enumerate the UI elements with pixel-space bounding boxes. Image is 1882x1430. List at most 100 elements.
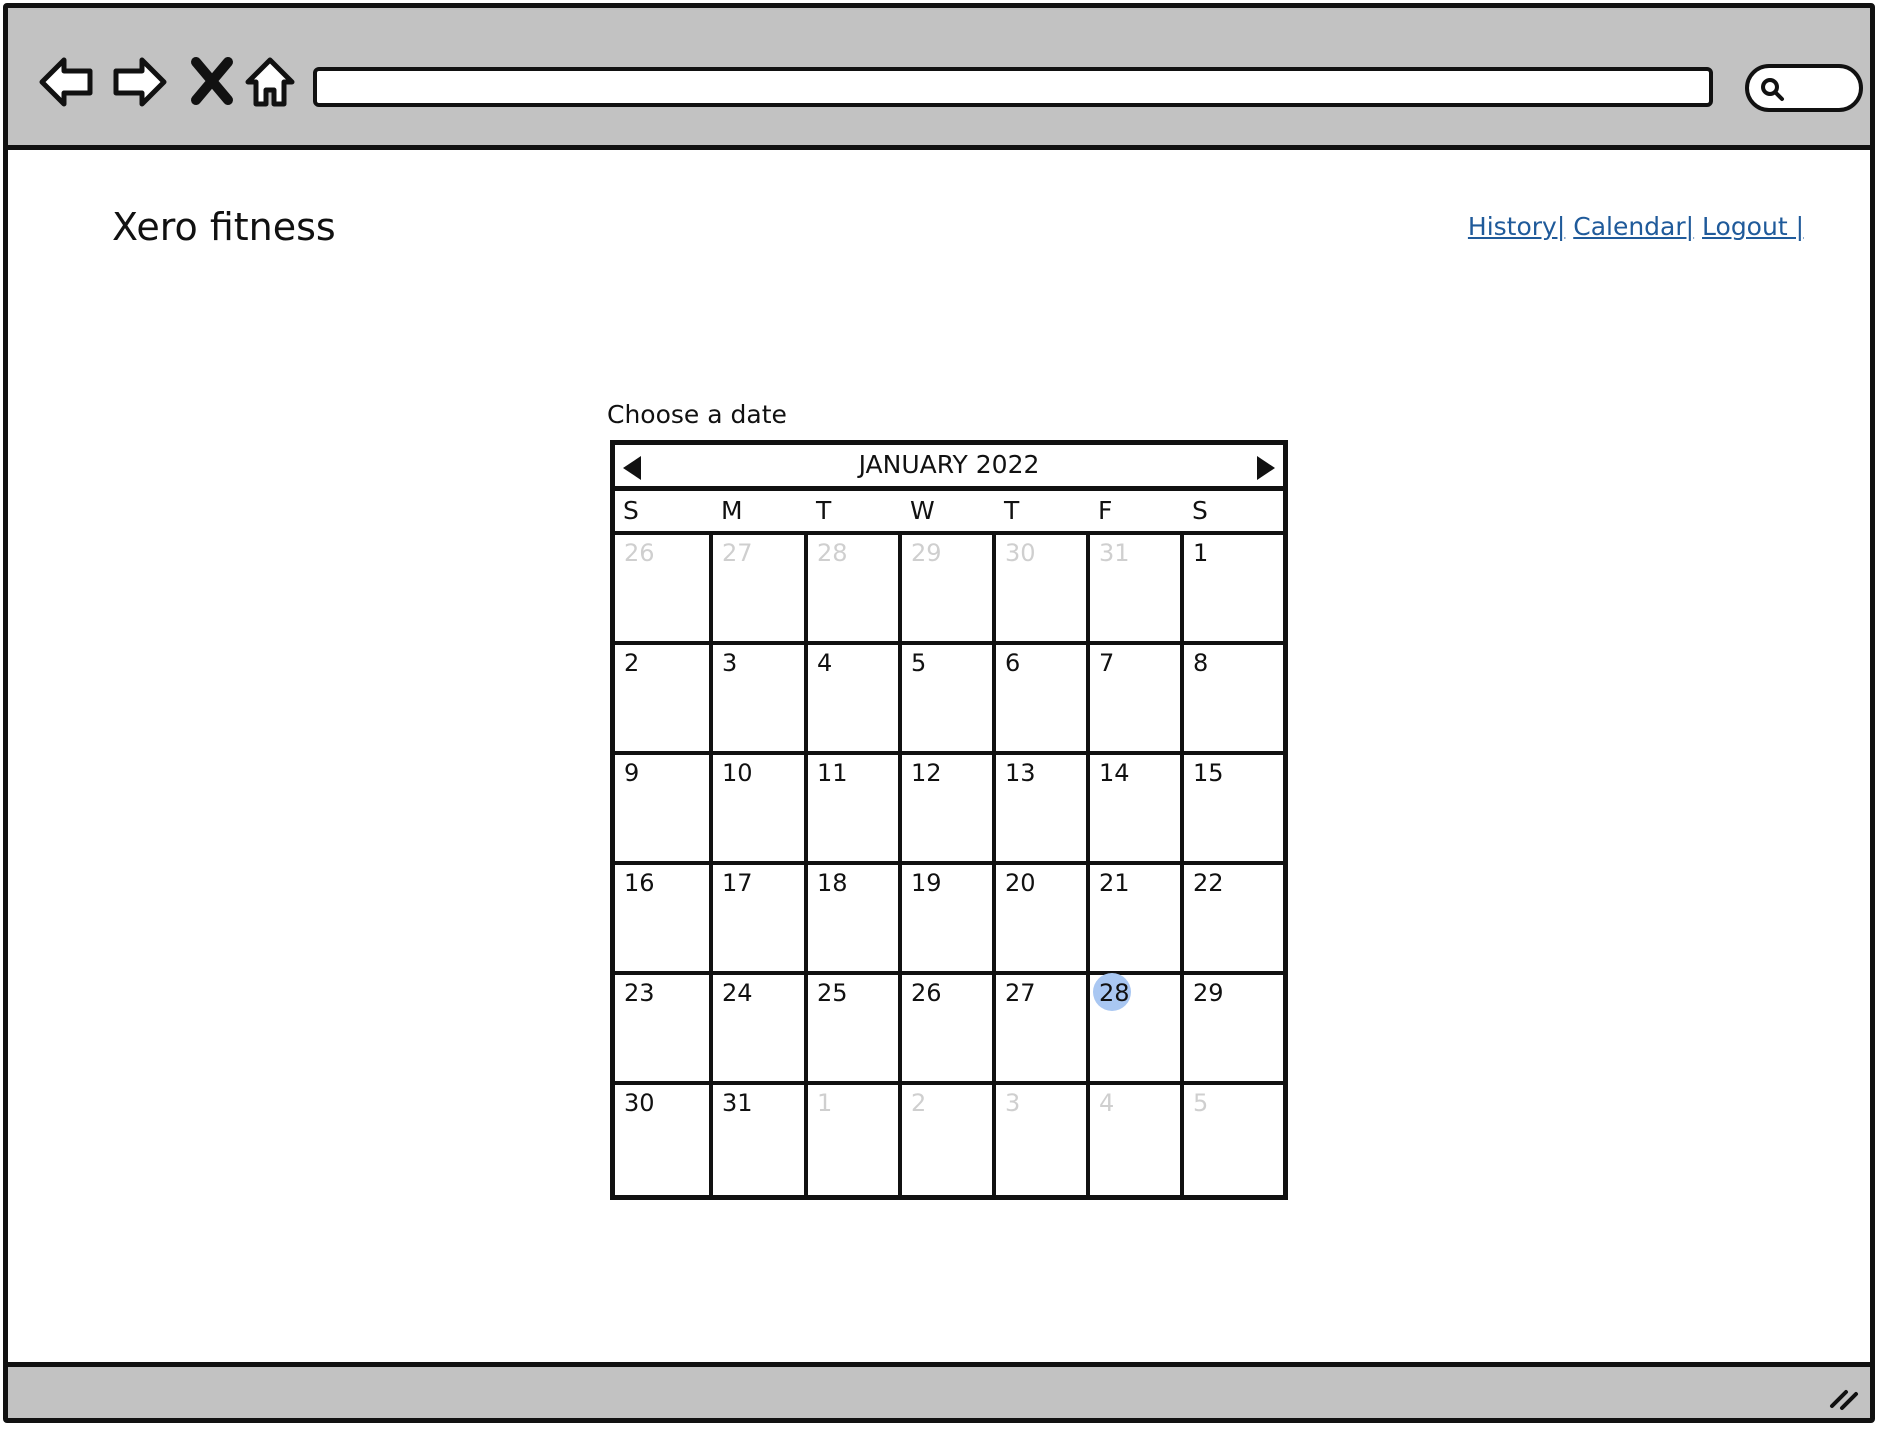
- calendar-day[interactable]: 27: [996, 975, 1090, 1085]
- weekday-header-row: SMTWTFS: [615, 491, 1283, 535]
- day-number: 16: [624, 869, 655, 897]
- day-number: 5: [911, 649, 927, 677]
- weekday-label: S: [1192, 496, 1208, 525]
- day-number: 29: [911, 539, 942, 567]
- calendar-day[interactable]: 6: [996, 645, 1090, 755]
- calendar-day[interactable]: 9: [615, 755, 713, 865]
- day-number: 19: [911, 869, 942, 897]
- day-number: 10: [722, 759, 753, 787]
- calendar-day[interactable]: 15: [1184, 755, 1283, 865]
- calendar-day[interactable]: 29: [902, 535, 996, 645]
- calendar-day[interactable]: 1: [808, 1085, 902, 1195]
- day-number: 9: [624, 759, 640, 787]
- calendar-day[interactable]: 30: [996, 535, 1090, 645]
- day-number: 28: [817, 539, 848, 567]
- day-number: 14: [1099, 759, 1130, 787]
- day-number: 12: [911, 759, 942, 787]
- calendar-day[interactable]: 17: [713, 865, 808, 975]
- calendar-day[interactable]: 26: [615, 535, 713, 645]
- calendar-day[interactable]: 4: [1090, 1085, 1184, 1195]
- nav-link-history[interactable]: History|: [1468, 212, 1565, 241]
- calendar-day[interactable]: 11: [808, 755, 902, 865]
- calendar-day[interactable]: 22: [1184, 865, 1283, 975]
- day-number: 28: [1093, 973, 1131, 1011]
- nav-link-calendar[interactable]: Calendar|: [1573, 212, 1694, 241]
- calendar-day[interactable]: 12: [902, 755, 996, 865]
- calendar-day[interactable]: 3: [996, 1085, 1090, 1195]
- calendar-day[interactable]: 30: [615, 1085, 713, 1195]
- day-number: 25: [817, 979, 848, 1007]
- close-x-icon[interactable]: [184, 52, 244, 112]
- next-month-icon[interactable]: [1257, 456, 1275, 480]
- calendar-day[interactable]: 7: [1090, 645, 1184, 755]
- calendar-day[interactable]: 18: [808, 865, 902, 975]
- day-number: 15: [1193, 759, 1224, 787]
- day-number: 23: [624, 979, 655, 1007]
- search-icon: [1761, 78, 1784, 101]
- browser-status-bar: [8, 1362, 1870, 1418]
- calendar-day[interactable]: 1: [1184, 535, 1283, 645]
- calendar-day[interactable]: 5: [1184, 1085, 1283, 1195]
- day-number: 7: [1099, 649, 1115, 677]
- day-number: 5: [1193, 1089, 1209, 1117]
- calendar-datepicker: JANUARY 2022 SMTWTFS 26 27 28 29 30 31 1 2 3 4 5 6 7…: [610, 440, 1288, 1200]
- day-number: 4: [1099, 1089, 1115, 1117]
- day-number: 13: [1005, 759, 1036, 787]
- calendar-day[interactable]: 3: [713, 645, 808, 755]
- day-number: 30: [624, 1089, 655, 1117]
- day-number: 26: [911, 979, 942, 1007]
- calendar-day[interactable]: 2: [902, 1085, 996, 1195]
- calendar-day[interactable]: 25: [808, 975, 902, 1085]
- calendar-day[interactable]: 23: [615, 975, 713, 1085]
- calendar-day-selected[interactable]: 28: [1090, 973, 1184, 1085]
- day-number: 11: [817, 759, 848, 787]
- calendar-day[interactable]: 31: [1090, 535, 1184, 645]
- calendar-day[interactable]: 29: [1184, 975, 1283, 1085]
- calendar-day[interactable]: 21: [1090, 865, 1184, 975]
- calendar-day[interactable]: 10: [713, 755, 808, 865]
- top-nav-links: History| Calendar| Logout |: [1468, 212, 1804, 241]
- calendar-day[interactable]: 4: [808, 645, 902, 755]
- day-number: 3: [722, 649, 738, 677]
- calendar-day[interactable]: 2: [615, 645, 713, 755]
- calendar-day[interactable]: 14: [1090, 755, 1184, 865]
- day-number: 27: [722, 539, 753, 567]
- address-bar[interactable]: [313, 67, 1713, 107]
- browser-search-field[interactable]: [1745, 64, 1863, 112]
- weekday-label: F: [1098, 496, 1113, 525]
- day-number: 24: [722, 979, 753, 1007]
- calendar-day[interactable]: 24: [713, 975, 808, 1085]
- weekday-label: T: [816, 496, 832, 525]
- calendar-day[interactable]: 26: [902, 975, 996, 1085]
- browser-window: Xero fitness History| Calendar| Logout |…: [3, 3, 1875, 1423]
- day-number: 2: [911, 1089, 927, 1117]
- weekday-label: W: [910, 496, 935, 525]
- day-number: 31: [1099, 539, 1130, 567]
- calendar-day[interactable]: 27: [713, 535, 808, 645]
- day-number: 27: [1005, 979, 1036, 1007]
- calendar-day[interactable]: 5: [902, 645, 996, 755]
- nav-link-logout[interactable]: Logout |: [1702, 212, 1804, 241]
- calendar-day[interactable]: 31: [713, 1085, 808, 1195]
- forward-arrow-icon[interactable]: [110, 52, 170, 112]
- calendar-day[interactable]: 16: [615, 865, 713, 975]
- day-number: 2: [624, 649, 640, 677]
- weekday-label: M: [721, 496, 743, 525]
- calendar-day[interactable]: 19: [902, 865, 996, 975]
- day-number: 3: [1005, 1089, 1021, 1117]
- day-number: 1: [817, 1089, 833, 1117]
- prev-month-icon[interactable]: [623, 456, 641, 480]
- day-number: 8: [1193, 649, 1209, 677]
- weekday-label: T: [1004, 496, 1020, 525]
- day-number: 21: [1099, 869, 1130, 897]
- weekday-label: S: [623, 496, 639, 525]
- resize-grip-icon[interactable]: [1826, 1378, 1860, 1412]
- datepicker-label: Choose a date: [607, 400, 787, 429]
- back-arrow-icon[interactable]: [36, 52, 96, 112]
- home-icon[interactable]: [240, 52, 300, 112]
- calendar-day[interactable]: 13: [996, 755, 1090, 865]
- calendar-day[interactable]: 28: [808, 535, 902, 645]
- calendar-day[interactable]: 8: [1184, 645, 1283, 755]
- calendar-day[interactable]: 20: [996, 865, 1090, 975]
- browser-toolbar: [8, 8, 1870, 150]
